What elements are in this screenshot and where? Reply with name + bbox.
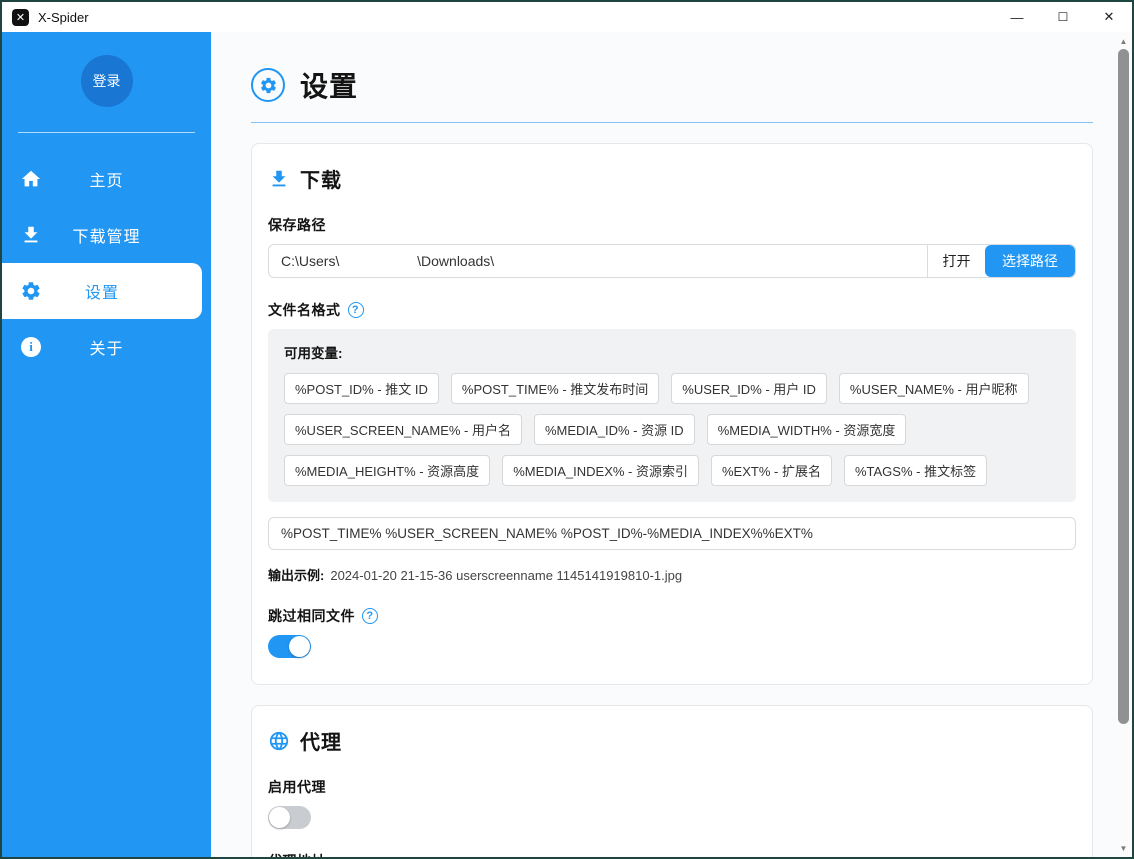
save-path-label: 保存路径 [268,215,1076,235]
variable-chip: %TAGS% - 推文标签 [844,455,987,486]
download-section-icon [268,168,290,190]
globe-icon [268,730,290,752]
variables-panel: 可用变量: %POST_ID% - 推文 ID %POST_TIME% - 推文发… [268,329,1076,502]
minimize-button[interactable]: — [994,2,1040,32]
save-path-input[interactable] [269,245,927,277]
scrollbar-thumb[interactable] [1118,49,1129,724]
x-spider-window: { "window": { "title": "X-Spider", "cont… [0,0,1134,859]
filename-format-label: 文件名格式 [268,300,341,320]
proxy-section-header: 代理 [268,726,1076,755]
close-button[interactable]: ✕ [1086,2,1132,32]
sidebar-item-about[interactable]: i 关于 [2,319,211,375]
output-example-label: 输出示例: [268,568,324,583]
enable-proxy-toggle[interactable] [268,806,311,829]
proxy-address-label: 代理地址 [268,851,1076,857]
sidebar-item-downloads[interactable]: 下载管理 [2,207,211,263]
maximize-button[interactable]: ☐ [1040,2,1086,32]
sidebar-divider [18,132,195,133]
skip-same-toggle[interactable] [268,635,311,658]
variables-label: 可用变量: [284,342,1060,362]
sidebar-nav: 主页 下载管理 设置 i 关于 [2,151,211,375]
page-title: 设置 [300,65,358,105]
choose-path-button[interactable]: 选择路径 [985,245,1075,277]
header-divider [251,122,1093,123]
variable-chip: %USER_ID% - 用户 ID [671,373,827,404]
toggle-knob [289,636,310,657]
toggle-knob [269,807,290,828]
download-settings-card: 下载 保存路径 打开 选择路径 文件名格式 ? 可用变量: %POST_ID% … [251,143,1093,685]
variable-chip: %MEDIA_WIDTH% - 资源宽度 [707,414,907,445]
filename-format-help-icon[interactable]: ? [348,302,364,318]
variable-chip: %USER_NAME% - 用户昵称 [839,373,1029,404]
proxy-section-title: 代理 [300,726,342,755]
variable-chip: %POST_ID% - 推文 ID [284,373,439,404]
sidebar-item-home[interactable]: 主页 [2,151,211,207]
output-example: 输出示例: 2024-01-20 21-15-36 userscreenname … [268,565,1076,584]
output-example-value: 2024-01-20 21-15-36 userscreenname 11451… [330,568,682,583]
filename-format-input[interactable] [268,517,1076,550]
download-section-title: 下载 [300,164,342,193]
proxy-settings-card: 代理 启用代理 代理地址 [251,705,1093,857]
settings-page: 设置 下载 保存路径 打开 选择路径 文件名格式 ? 可用变量: %POST_I… [211,32,1115,857]
skip-same-label: 跳过相同文件 [268,606,355,626]
enable-proxy-label: 启用代理 [268,777,1076,797]
skip-same-help-icon[interactable]: ? [362,608,378,624]
open-folder-button[interactable]: 打开 [927,245,985,277]
save-path-group: 打开 选择路径 [268,244,1076,278]
download-icon [19,223,43,247]
app-logo-icon: ✕ [12,9,29,26]
vertical-scrollbar: ▲ ▼ [1115,32,1132,857]
info-icon: i [19,335,43,359]
gear-icon [19,279,43,303]
login-avatar-button[interactable]: 登录 [81,55,133,107]
variables-list: %POST_ID% - 推文 ID %POST_TIME% - 推文发布时间 %US… [284,373,1060,486]
window-title: X-Spider [38,10,994,25]
variable-chip: %MEDIA_INDEX% - 资源索引 [502,455,699,486]
settings-gear-icon [251,68,285,102]
variable-chip: %MEDIA_ID% - 资源 ID [534,414,695,445]
sidebar: 登录 主页 下载管理 设置 [2,32,211,857]
scroll-down-icon[interactable]: ▼ [1115,840,1132,856]
variable-chip: %MEDIA_HEIGHT% - 资源高度 [284,455,490,486]
title-bar: ✕ X-Spider — ☐ ✕ [2,2,1132,32]
variable-chip: %POST_TIME% - 推文发布时间 [451,373,659,404]
scroll-up-icon[interactable]: ▲ [1115,33,1132,49]
page-header: 设置 [251,65,1093,105]
sidebar-item-settings[interactable]: 设置 [2,263,202,319]
home-icon [19,167,43,191]
variable-chip: %USER_SCREEN_NAME% - 用户名 [284,414,522,445]
download-section-header: 下载 [268,164,1076,193]
variable-chip: %EXT% - 扩展名 [711,455,832,486]
